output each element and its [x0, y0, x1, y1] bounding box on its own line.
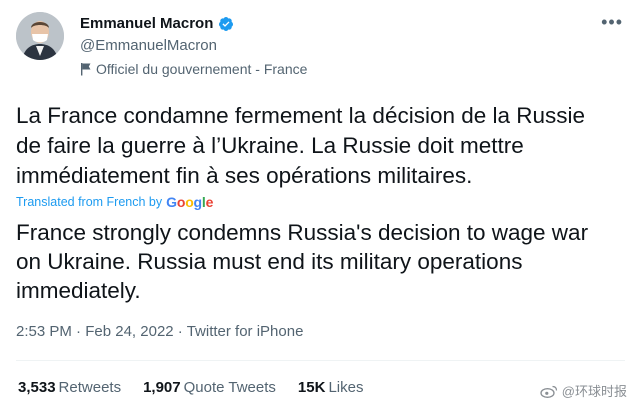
meta-separator: ·: [76, 323, 82, 340]
tweet-stats: 3,533 Retweets 1,907 Quote Tweets 15K Likes: [18, 379, 363, 396]
likes-label: Likes: [328, 379, 364, 396]
government-label-text: Officiel du gouvernement - France: [96, 61, 308, 77]
quote-tweets-label: Quote Tweets: [183, 379, 276, 396]
watermark: @环球时报: [540, 381, 627, 400]
tweet-text: La France condamne fermement la décision…: [16, 103, 586, 188]
tweet-translation: France strongly condemns Russia's decisi…: [16, 220, 589, 303]
tweet-date[interactable]: Feb 24, 2022: [85, 323, 173, 340]
tweet-time[interactable]: 2:53 PM: [16, 323, 72, 340]
more-options-icon[interactable]: •••: [601, 12, 623, 33]
divider: [16, 360, 625, 361]
likes-count: 15K: [297, 379, 326, 396]
quote-tweets-stat[interactable]: 1,907 Quote Tweets: [143, 379, 276, 396]
tweet-metadata: 2:53 PM · Feb 24, 2022 · Twitter for iPh…: [16, 323, 303, 340]
quote-tweets-count: 1,907: [143, 379, 181, 396]
retweets-stat[interactable]: 3,533 Retweets: [18, 379, 121, 396]
translation-attribution[interactable]: Translated from French by Google: [16, 194, 213, 210]
weibo-icon: [540, 385, 557, 398]
author-row: Emmanuel Macron: [80, 15, 234, 32]
retweets-count: 3,533: [18, 379, 56, 396]
tweet-source[interactable]: Twitter for iPhone: [187, 323, 304, 340]
translated-from-label: Translated from French by: [16, 195, 163, 209]
author-name[interactable]: Emmanuel Macron: [80, 15, 213, 32]
flag-icon: [81, 63, 91, 76]
google-letter: o: [176, 194, 186, 210]
government-label: Officiel du gouvernement - France: [80, 61, 307, 77]
avatar-portrait: [16, 12, 64, 60]
google-letter: G: [166, 194, 177, 210]
watermark-text: @环球时报: [561, 384, 627, 399]
google-logo-icon: Google: [166, 194, 213, 210]
verified-badge-icon: [219, 16, 234, 31]
google-letter: e: [205, 194, 214, 210]
retweets-label: Retweets: [58, 379, 122, 396]
meta-separator: ·: [177, 323, 183, 340]
google-letter: o: [185, 194, 194, 210]
google-letter: g: [193, 194, 203, 210]
likes-stat[interactable]: 15K Likes: [298, 379, 364, 396]
avatar[interactable]: [16, 12, 64, 60]
author-handle[interactable]: @EmmanuelMacron: [80, 37, 217, 54]
